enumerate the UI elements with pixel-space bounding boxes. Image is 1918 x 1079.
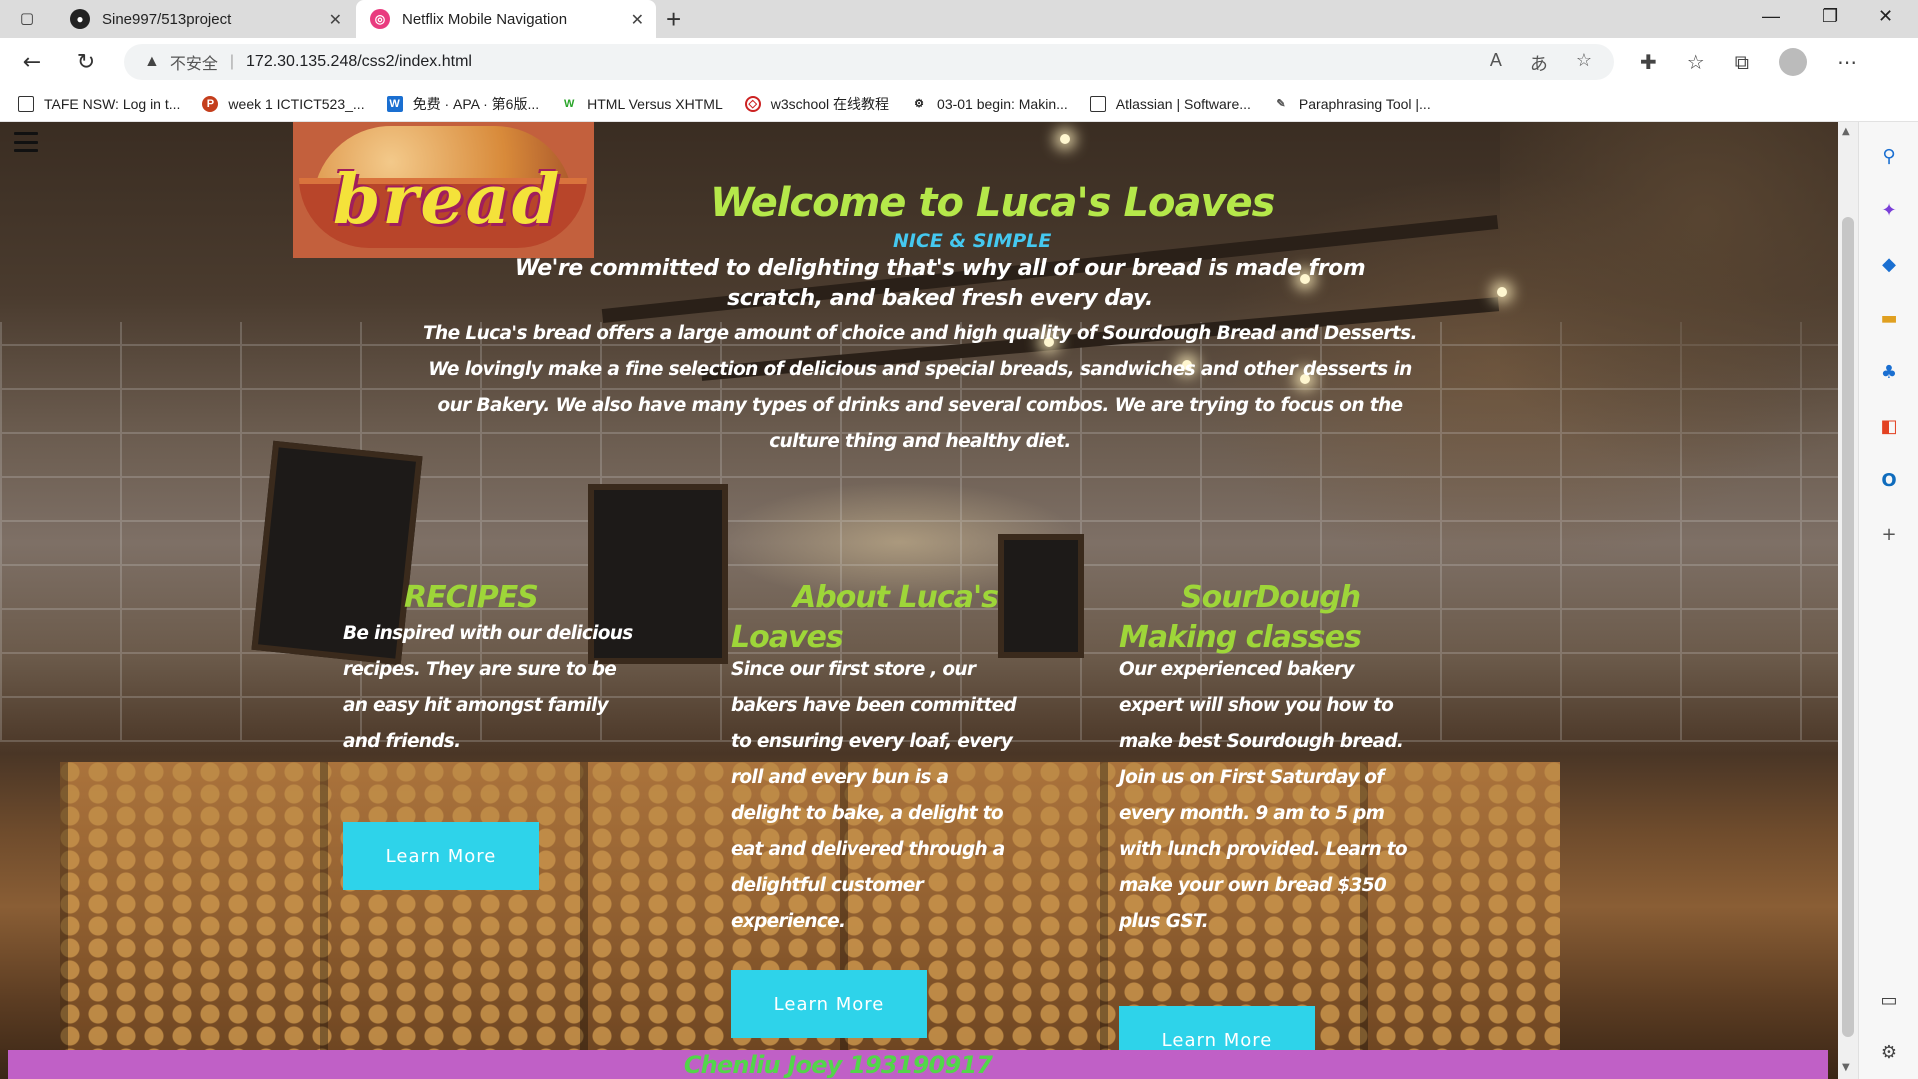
- logo-text: bread: [333, 160, 562, 240]
- w3-icon: W: [563, 97, 575, 110]
- address-bar-row: ← ↻ ▲ 不安全 | 172.30.135.248/css2/index.ht…: [0, 38, 1918, 86]
- warning-icon[interactable]: ▲: [144, 53, 160, 71]
- tab-title: Sine997/513project: [102, 10, 232, 28]
- restore-button[interactable]: ❐: [1822, 6, 1838, 27]
- sidebar-toggle-icon[interactable]: ▭: [1877, 988, 1901, 1012]
- back-button[interactable]: ←: [18, 48, 46, 76]
- tab-strip: ▢ ● Sine997/513project ✕ ◎ Netflix Mobil…: [0, 0, 1918, 38]
- about-text: Since our first store , our bakers have …: [731, 659, 1017, 932]
- close-window-button[interactable]: ✕: [1878, 6, 1893, 27]
- hamburger-menu-icon[interactable]: [14, 132, 38, 152]
- bookmark-item[interactable]: W 免费 · APA · 第6版...: [386, 94, 539, 114]
- address-field[interactable]: ▲ 不安全 | 172.30.135.248/css2/index.html A…: [124, 44, 1614, 80]
- minimize-button[interactable]: —: [1762, 6, 1780, 27]
- bookmark-item[interactable]: Atlassian | Software...: [1089, 95, 1251, 112]
- divider: |: [229, 53, 235, 70]
- recipes-learn-more-button[interactable]: Learn More: [343, 822, 539, 890]
- github-icon: ●: [70, 9, 90, 29]
- gear-icon: ⚙: [914, 98, 924, 110]
- close-icon[interactable]: ✕: [631, 10, 644, 30]
- close-icon[interactable]: ✕: [329, 10, 342, 30]
- translate-icon[interactable]: あ: [1530, 50, 1548, 76]
- footer-text: Chenliu Joey 193190917: [683, 1051, 993, 1079]
- security-label[interactable]: 不安全: [170, 50, 218, 74]
- background-chandelier: [1500, 122, 1838, 602]
- recipes-heading: RECIPES: [404, 580, 539, 615]
- bookmark-item[interactable]: ◇ w3school 在线教程: [744, 94, 889, 114]
- scroll-down-icon[interactable]: ▼: [1842, 1062, 1850, 1073]
- feather-icon: ✎: [1276, 98, 1286, 110]
- about-heading: About Luca's Loaves: [731, 580, 999, 655]
- bookmark-item[interactable]: W HTML Versus XHTML: [561, 96, 723, 112]
- w3school-icon: ◇: [744, 95, 761, 112]
- page-footer: Chenliu Joey 193190917: [8, 1050, 1828, 1079]
- page-subtitle: NICE & SIMPLE: [893, 230, 1052, 252]
- shopping-tag-icon[interactable]: ◆: [1877, 252, 1901, 276]
- tab-title: Netflix Mobile Navigation: [402, 10, 568, 28]
- site-icon: ◎: [370, 9, 390, 29]
- bookmark-item[interactable]: Pweek 1 ICTICT523_...: [202, 95, 365, 112]
- games-icon[interactable]: ♣: [1877, 360, 1901, 384]
- page-scrollbar[interactable]: ▲ ▼: [1838, 122, 1858, 1079]
- background-light: [1060, 134, 1070, 144]
- scrollbar-thumb[interactable]: [1842, 217, 1854, 1037]
- lead-paragraph: We're committed to delighting that's why…: [514, 256, 1366, 311]
- read-aloud-icon[interactable]: A: [1490, 50, 1502, 76]
- recipes-text: Be inspired with our delicious recipes. …: [343, 623, 633, 752]
- favorite-star-icon[interactable]: ☆: [1576, 50, 1592, 76]
- page-icon: [18, 95, 34, 112]
- bookmark-item[interactable]: ✎ Paraphrasing Tool |...: [1273, 96, 1430, 112]
- collections-icon[interactable]: ⧉: [1735, 50, 1749, 74]
- browser-sidebar: ⚲ ✦ ◆ ▬ ♣ ◧ O + ▭ ⚙: [1858, 122, 1918, 1079]
- more-menu-icon[interactable]: ⋯: [1837, 50, 1857, 74]
- add-icon[interactable]: +: [1877, 522, 1901, 546]
- reload-button[interactable]: ↻: [72, 48, 100, 76]
- favorites-icon[interactable]: ☆: [1687, 50, 1705, 74]
- site-logo[interactable]: bread: [293, 122, 594, 258]
- bookmark-item[interactable]: ⚙ 03-01 begin: Makin...: [911, 96, 1068, 112]
- intro-paragraph: The Luca's bread offers a large amount o…: [423, 323, 1418, 452]
- search-icon[interactable]: ⚲: [1877, 144, 1901, 168]
- w-icon: W: [386, 95, 403, 112]
- scroll-up-icon[interactable]: ▲: [1842, 126, 1850, 137]
- page-icon: [1089, 95, 1106, 112]
- classes-heading: SourDough Making classes: [1119, 580, 1362, 655]
- copilot-icon[interactable]: ✦: [1877, 198, 1901, 222]
- tools-icon[interactable]: ▬: [1877, 306, 1901, 330]
- office-icon[interactable]: ◧: [1877, 414, 1901, 438]
- url-text[interactable]: 172.30.135.248/css2/index.html: [246, 53, 472, 71]
- about-learn-more-button[interactable]: Learn More: [731, 970, 927, 1038]
- tab-netflix-nav[interactable]: ◎ Netflix Mobile Navigation ✕: [356, 0, 656, 38]
- classes-text: Our experienced bakery expert will show …: [1119, 659, 1408, 932]
- powerpoint-icon: P: [202, 95, 219, 112]
- profile-avatar[interactable]: [1778, 48, 1807, 76]
- bookmarks-bar: TAFE NSW: Log in t... Pweek 1 ICTICT523_…: [0, 86, 1918, 122]
- settings-gear-icon[interactable]: ⚙: [1877, 1040, 1901, 1064]
- new-tab-button[interactable]: +: [666, 4, 681, 35]
- outlook-icon[interactable]: O: [1877, 468, 1901, 492]
- tab-actions-icon[interactable]: ▢: [16, 8, 38, 28]
- extensions-icon[interactable]: ✚: [1640, 50, 1657, 74]
- background-light: [1497, 287, 1507, 297]
- page-title: Welcome to Luca's Loaves: [710, 180, 1275, 226]
- tab-github[interactable]: ● Sine997/513project ✕: [56, 0, 354, 38]
- page-viewport: bread Welcome to Luca's Loaves NICE & SI…: [0, 122, 1838, 1079]
- bookmark-item[interactable]: TAFE NSW: Log in t...: [18, 95, 180, 112]
